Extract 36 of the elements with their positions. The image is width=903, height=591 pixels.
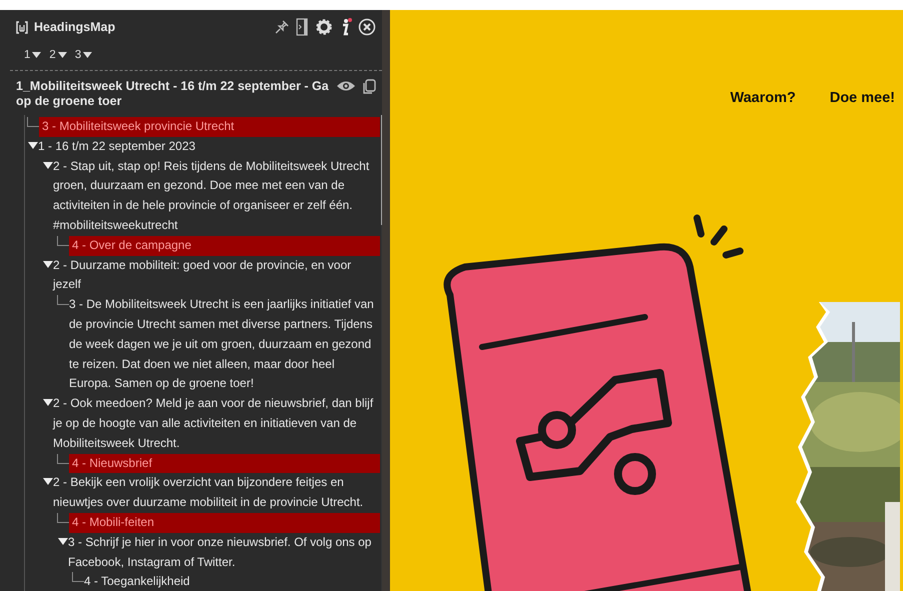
settings-icon[interactable] <box>316 19 332 36</box>
heading-link[interactable]: 3 - Schrijf je hier in voor onze nieuwsbrief. Of volg ons op Facebook, Instagram of Twitter. <box>68 532 380 572</box>
nav-link[interactable]: Waarom? <box>730 88 796 110</box>
caret-icon <box>58 52 67 58</box>
heading-link[interactable]: 4 - Mobili-feiten <box>69 512 380 533</box>
caret-icon <box>32 52 42 58</box>
caret-icon <box>83 52 92 58</box>
expand-arrow-icon[interactable] <box>28 142 38 150</box>
expand-arrow-icon[interactable] <box>43 478 53 486</box>
heading-link[interactable]: 4 - Toegankelijkheid <box>84 572 380 591</box>
eye-icon[interactable] <box>336 79 356 93</box>
level-button[interactable]: 2 <box>49 46 67 64</box>
page-title: 1_Mobiliteitsweek Utrecht - 16 t/m 22 september - Ga op de groene toer <box>16 79 330 109</box>
nav-link[interactable]: Doe mee! <box>830 88 895 110</box>
heading-link[interactable]: 3 - Mobiliteitsweek provincie Utrecht <box>39 117 380 137</box>
panel-toggle-icon[interactable] <box>296 18 310 36</box>
close-icon[interactable] <box>358 18 376 36</box>
heading-link[interactable]: 1 - 16 t/m 22 september 2023 <box>38 136 380 157</box>
level-button[interactable]: 1 <box>24 46 42 64</box>
expand-arrow-icon[interactable] <box>43 399 53 408</box>
heading-link[interactable]: 2 - Ook meedoen? Meld je aan voor de nieuwsbrief, dan blijf je op de hoogte van alle activiteiten en initiatieven van de Mobiliteitsweek Utrecht. <box>53 394 380 454</box>
level-button[interactable]: 3 <box>74 46 92 64</box>
heading-link[interactable]: 4 - Nieuwsbrief <box>69 454 380 474</box>
panel-title: HeadingsMap <box>34 19 116 36</box>
expand-arrow-icon[interactable] <box>58 538 68 546</box>
heading-link[interactable]: 4 - Over de campagne <box>69 236 380 256</box>
scrollbar-thumb[interactable] <box>381 115 382 225</box>
heading-link[interactable]: 2 - Bekijk een vrolijk overzicht van bijzondere feitjes en nieuwtjes over duurzame mobiliteit in de provincie Utrecht. <box>53 473 380 513</box>
heading-link[interactable]: 2 - Duurzame mobiliteit: goed voor de provincie, en voor jezelf <box>53 256 380 296</box>
expand-arrow-icon[interactable] <box>43 260 53 269</box>
copy-icon[interactable] <box>362 79 376 95</box>
heading-link[interactable]: 3 - De Mobiliteitsweek Utrecht is een jaarlijks initiatief van de provincie Utrecht samen met diverse partners. Tijdens de week dagen we je uit om groen, duurzaam en gezond te reizen. Dat doen we niet alleen, maar door heel Europa. Samen op de groene toer! <box>69 295 380 394</box>
logo-icon <box>16 20 28 34</box>
heading-link[interactable]: 2 - Stap uit, stap op! Reis tijdens de Mobiliteitsweek Utrecht groen, duurzaam en gezond. Doe mee met een van de activiteiten in de hele provincie of organiseer er zelf één. #mobiliteitsweekutrecht <box>53 156 380 236</box>
pin-icon[interactable] <box>274 19 290 36</box>
expand-arrow-icon[interactable] <box>43 162 53 170</box>
